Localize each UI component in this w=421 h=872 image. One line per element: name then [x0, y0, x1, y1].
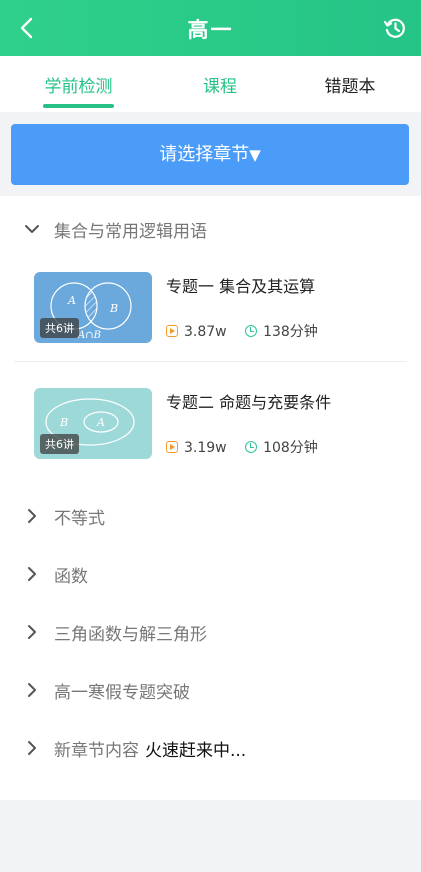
divider: [14, 361, 407, 362]
play-count-icon: [166, 325, 178, 337]
chapter-label: 高一寒假专题突破: [54, 683, 190, 703]
tab-courses[interactable]: 课程: [190, 72, 250, 97]
course-title: 专题一 集合及其运算: [166, 277, 316, 296]
chapter-label: 三角函数与解三角形: [54, 625, 207, 645]
chevron-right-icon: [28, 741, 36, 755]
chapter-label: 新章节内容 火速赶来中...: [54, 736, 246, 761]
duration-clock-icon: [245, 441, 258, 453]
svg-text:A: A: [67, 294, 76, 307]
chevron-right-icon: [28, 509, 36, 523]
chapter-item-trigonometry[interactable]: 三角函数与解三角形: [0, 616, 421, 648]
svg-text:B: B: [59, 416, 68, 429]
active-tab-indicator: [43, 104, 114, 108]
course-thumbnail: B A 共6讲: [34, 388, 152, 459]
chapter-label: 不等式: [54, 509, 105, 529]
divider: [0, 112, 421, 120]
play-count: 3.87w: [184, 324, 227, 340]
top-app-bar: 高一: [0, 0, 421, 56]
history-clock-icon[interactable]: [383, 16, 407, 40]
course-card[interactable]: A B A∩B 共6讲 专题一 集合及其运算 3.87w 138分钟: [0, 272, 421, 368]
course-meta: 3.19w 108分钟: [166, 437, 318, 457]
duration-clock-icon: [245, 325, 258, 337]
svg-text:A∩B: A∩B: [77, 330, 101, 341]
course-meta: 3.87w 138分钟: [166, 321, 318, 341]
select-chapter-button[interactable]: 请选择章节▼: [11, 124, 409, 185]
course-card[interactable]: B A 共6讲 专题二 命题与充要条件 3.19w 108分钟: [0, 388, 421, 484]
course-thumbnail: A B A∩B 共6讲: [34, 272, 152, 343]
svg-text:A: A: [96, 416, 105, 429]
chapter-label-text: 新章节内容: [54, 741, 139, 761]
play-count-icon: [166, 441, 178, 453]
chevron-right-icon: [28, 625, 36, 639]
dropdown-triangle-icon: ▼: [249, 146, 261, 164]
tab-mistake-book[interactable]: 错题本: [318, 72, 382, 97]
play-count: 3.19w: [184, 440, 227, 456]
chapter-item-new-content[interactable]: 新章节内容 火速赶来中...: [0, 732, 421, 764]
page-title: 高一: [187, 18, 234, 42]
chevron-down-icon: [25, 225, 39, 233]
chapter-item-sets-logic[interactable]: 集合与常用逻辑用语: [0, 214, 421, 246]
lesson-count-badge: 共6讲: [40, 434, 79, 454]
chapter-item-functions[interactable]: 函数: [0, 558, 421, 590]
chapter-list: 集合与常用逻辑用语 A B A∩B 共6讲 专题一 集合及其运算 3.87w 1…: [0, 196, 421, 800]
chapter-label: 函数: [54, 567, 88, 587]
svg-text:B: B: [109, 302, 118, 315]
lesson-count-badge: 共6讲: [40, 318, 79, 338]
course-title: 专题二 命题与充要条件: [166, 393, 332, 412]
chapter-label: 集合与常用逻辑用语: [54, 222, 207, 242]
tab-pre-test[interactable]: 学前检测: [43, 72, 114, 97]
select-chapter-label: 请选择章节: [159, 144, 250, 165]
duration: 138分钟: [263, 324, 318, 340]
chevron-right-icon: [28, 567, 36, 581]
coming-soon-text: 火速赶来中...: [145, 741, 247, 761]
chapter-item-inequalities[interactable]: 不等式: [0, 500, 421, 532]
duration: 108分钟: [263, 440, 318, 456]
chevron-right-icon: [28, 683, 36, 697]
chapter-item-winter-break[interactable]: 高一寒假专题突破: [0, 674, 421, 706]
